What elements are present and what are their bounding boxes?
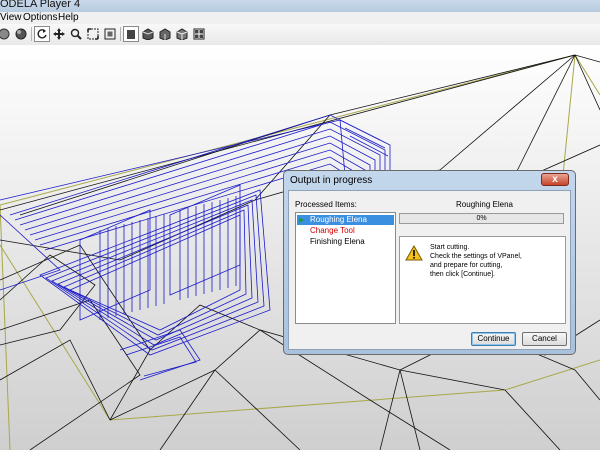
list-item[interactable]: Change Tool xyxy=(297,226,394,236)
list-item-label: Change Tool xyxy=(310,226,355,235)
progress-text: 0% xyxy=(476,215,487,222)
output-progress-dialog: Output in progress x Processed Items: ▶ … xyxy=(283,170,576,355)
zoom-window-icon[interactable] xyxy=(85,26,101,42)
message-line: and prepare for cutting, xyxy=(430,262,503,269)
dialog-body: Processed Items: ▶ Roughing Elena Change… xyxy=(288,190,571,350)
zoom-icon[interactable] xyxy=(68,26,84,42)
dialog-title: Output in progress xyxy=(290,175,373,186)
toolbar-separator xyxy=(31,27,32,41)
shade-icon[interactable] xyxy=(0,26,12,42)
menu-options[interactable]: Options xyxy=(23,12,57,24)
message-line: Check the settings of VPanel, xyxy=(430,253,522,260)
view-iso-icon[interactable] xyxy=(174,26,190,42)
processed-items-label: Processed Items: xyxy=(295,200,357,209)
cancel-button[interactable]: Cancel xyxy=(522,332,567,346)
close-button[interactable]: x xyxy=(541,173,569,186)
message-line: then click [Continue]. xyxy=(430,271,495,278)
view-right-icon[interactable] xyxy=(157,26,173,42)
list-item-label: Roughing Elena xyxy=(310,215,367,224)
progress-bar: 0% xyxy=(399,213,564,224)
view-top-icon[interactable] xyxy=(140,26,156,42)
window-title: ODELA Player 4 xyxy=(0,0,81,10)
close-icon: x xyxy=(552,174,558,185)
menu-help[interactable]: Help xyxy=(58,12,79,24)
sphere-icon[interactable] xyxy=(13,26,29,42)
toolbar-separator xyxy=(120,27,121,41)
current-item-label: Roughing Elena xyxy=(456,200,513,209)
toolbar xyxy=(0,24,600,46)
list-item[interactable]: ▶ Roughing Elena xyxy=(297,215,394,225)
pan-icon[interactable] xyxy=(51,26,67,42)
list-item-label: Finishing Elena xyxy=(310,237,365,246)
list-item[interactable]: Finishing Elena xyxy=(297,237,394,247)
message-text: Start cutting. Check the settings of VPa… xyxy=(430,243,522,279)
current-arrow-icon: ▶ xyxy=(299,217,305,224)
fit-view-icon[interactable] xyxy=(102,26,118,42)
continue-button[interactable]: Continue xyxy=(471,332,516,346)
rotate-icon[interactable] xyxy=(34,26,50,42)
warning-icon xyxy=(405,245,423,261)
processed-items-list[interactable]: ▶ Roughing Elena Change Tool Finishing E… xyxy=(295,212,396,324)
view-multi-icon[interactable] xyxy=(191,26,207,42)
view-front-icon[interactable] xyxy=(123,26,139,42)
message-panel: Start cutting. Check the settings of VPa… xyxy=(399,236,566,324)
message-line: Start cutting. xyxy=(430,244,470,251)
menu-view[interactable]: View xyxy=(0,12,22,24)
